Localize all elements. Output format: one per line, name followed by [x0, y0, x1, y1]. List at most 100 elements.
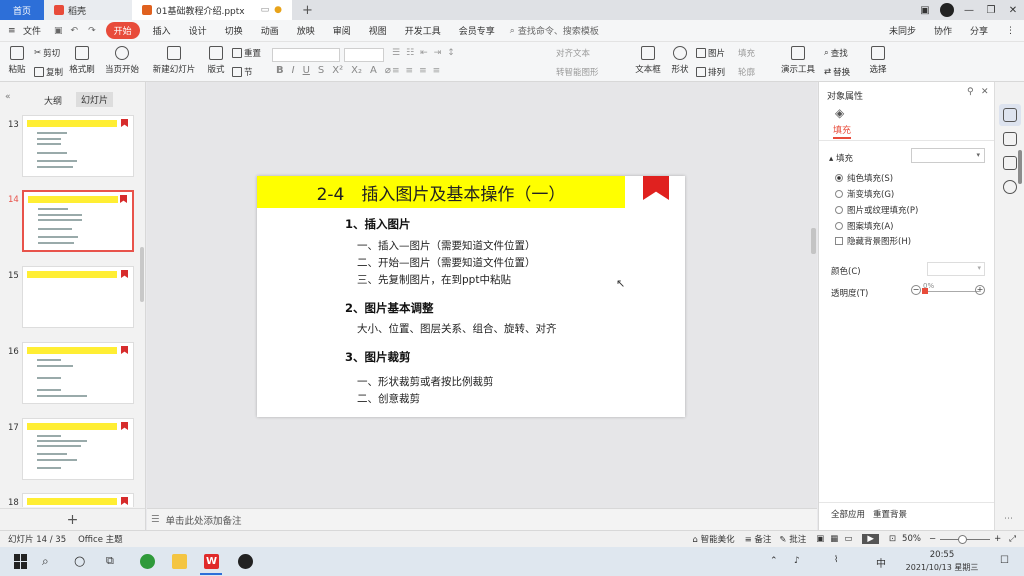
help-icon[interactable]	[1003, 180, 1017, 194]
slide-title[interactable]: 2-4 插入图片及基本操作（一）	[257, 176, 625, 208]
fullscreen-icon[interactable]: ⤢	[1009, 534, 1016, 544]
properties-icon[interactable]	[1003, 108, 1017, 122]
option-gradient-fill[interactable]: 渐变填充(G)	[835, 188, 894, 200]
comments-button[interactable]: ✎ 批注	[779, 533, 806, 545]
slide-line[interactable]: 一、形状裁剪或者按比例裁剪	[357, 374, 494, 389]
network-icon[interactable]: ⌇	[834, 555, 838, 565]
command-search[interactable]: ⌕ 查找命令、搜索模板	[510, 24, 599, 38]
slide-line[interactable]: 三、先复制图片，在到ppt中粘贴	[357, 272, 511, 287]
line-spacing-icon[interactable]: ↕	[447, 48, 455, 58]
option-picture-fill[interactable]: 图片或纹理填充(P)	[835, 204, 918, 216]
close-button[interactable]: ✕	[1002, 0, 1024, 20]
slide-heading[interactable]: 1、插入图片	[345, 216, 411, 232]
outline-button[interactable]: 轮廓	[738, 66, 755, 78]
arrange-button[interactable]: 排列	[696, 66, 725, 78]
tab-home[interactable]: 首页	[0, 0, 44, 20]
smart-beautify-button[interactable]: ⌂ 智能美化	[692, 533, 734, 545]
bold-icon[interactable]: B	[272, 65, 288, 76]
slide-sorter-icon[interactable]: ▦	[830, 534, 838, 544]
cortana-icon[interactable]: ○	[74, 554, 89, 569]
zoom-out-icon[interactable]: −	[929, 534, 936, 544]
menu-developer[interactable]: 开发工具	[396, 24, 450, 37]
tab-slides[interactable]: 幻灯片	[76, 92, 114, 107]
notification-icon[interactable]: ☐	[1000, 555, 1009, 566]
align-right-icon[interactable]: ≡	[419, 66, 427, 76]
fill-bucket-icon[interactable]: ◈	[835, 106, 844, 120]
new-slide-button[interactable]: 新建幻灯片	[152, 46, 196, 75]
star-icon[interactable]	[1003, 156, 1017, 170]
windows-start-icon[interactable]	[14, 554, 29, 569]
italic-icon[interactable]: I	[288, 65, 299, 76]
paste-button[interactable]: 粘贴	[6, 46, 28, 75]
slide-heading[interactable]: 3、图片裁剪	[345, 349, 411, 365]
tab-daoke[interactable]: 稻壳	[44, 0, 132, 20]
option-solid-fill[interactable]: 纯色填充(S)	[835, 172, 893, 184]
zoom-in-icon[interactable]: +	[994, 534, 1001, 544]
menu-insert[interactable]: 插入	[144, 24, 180, 37]
cut-button[interactable]: ✂ 剪切	[34, 47, 60, 59]
tile-icon[interactable]: ▣	[914, 0, 936, 20]
ime-indicator[interactable]: 中	[876, 555, 886, 570]
file-explorer-icon[interactable]	[172, 554, 187, 569]
justify-icon[interactable]: ≡	[433, 66, 441, 76]
font-size-select[interactable]	[344, 48, 384, 62]
subscript-icon[interactable]: X₂	[347, 65, 366, 76]
more-options-icon[interactable]: ⋯	[1004, 514, 1013, 524]
slide-line[interactable]: 二、开始—图片（需要知道文件位置）	[357, 255, 536, 270]
text-box-button[interactable]: 文本框	[634, 46, 662, 75]
align-text-button[interactable]: 对齐文本	[556, 47, 590, 59]
tab-document[interactable]: 01基础教程介绍.pptx ▭ ●	[132, 0, 292, 20]
task-view-icon[interactable]: ⧉	[106, 554, 121, 569]
slide-heading[interactable]: 2、图片基本调整	[345, 300, 434, 316]
pin-icon[interactable]: ⚲	[967, 87, 974, 97]
play-slideshow-button[interactable]: ▶	[862, 534, 879, 544]
slide-thumbnail-16[interactable]	[22, 342, 134, 404]
font-color-icon[interactable]: A	[366, 65, 381, 76]
sync-status[interactable]: 未同步	[880, 24, 925, 37]
select-button[interactable]: 选择	[866, 46, 890, 75]
slide-line[interactable]: 大小、位置、图层关系、组合、旋转、对齐	[357, 321, 557, 336]
slide-thumbnail-15[interactable]	[22, 266, 134, 328]
color-picker[interactable]: ▾	[927, 262, 985, 276]
indent-increase-icon[interactable]: ⇥	[434, 48, 442, 58]
tray-expand-icon[interactable]: ⌃	[770, 556, 778, 566]
strikethrough-icon[interactable]: S	[314, 65, 328, 76]
quick-save-icon[interactable]: ▣	[54, 26, 63, 36]
search-icon[interactable]: ⌕	[42, 554, 57, 569]
presenter-tools-button[interactable]: 演示工具	[780, 46, 816, 75]
clock-date[interactable]: 2021/10/13 星期三	[896, 562, 988, 573]
fill-dropdown[interactable]: ▾	[911, 148, 985, 163]
maximize-button[interactable]: ❐	[980, 0, 1002, 20]
camera-app-icon[interactable]	[238, 554, 253, 569]
clock-time[interactable]: 20:55	[912, 550, 972, 560]
more-icon[interactable]: ⋮	[997, 26, 1024, 36]
browser-icon[interactable]	[140, 554, 155, 569]
menu-animation[interactable]: 动画	[252, 24, 288, 37]
reading-view-icon[interactable]: ▭	[844, 534, 852, 544]
apply-all-button[interactable]: 全部应用	[831, 508, 865, 520]
slide-line[interactable]: 二、创意裁剪	[357, 391, 420, 406]
reset-background-button[interactable]: 重置背景	[873, 508, 907, 520]
layout-button[interactable]: 版式	[204, 46, 228, 75]
copy-button[interactable]: 复制	[34, 66, 63, 78]
fill-button[interactable]: 填充	[738, 47, 755, 59]
menu-home[interactable]: 开始	[105, 22, 140, 39]
section-button[interactable]: 节	[232, 66, 253, 78]
superscript-icon[interactable]: X²	[328, 65, 347, 76]
replace-button[interactable]: ⇄ 替换	[824, 66, 850, 78]
close-panel-icon[interactable]: ✕	[981, 87, 989, 97]
align-left-icon[interactable]: ≡	[392, 66, 400, 76]
underline-icon[interactable]: U	[299, 65, 314, 76]
increase-icon[interactable]: +	[975, 285, 985, 295]
zoom-level[interactable]: 50%	[902, 534, 921, 544]
thumb-scrollbar[interactable]	[140, 247, 144, 302]
slide-line[interactable]: 一、插入—图片（需要知道文件位置）	[357, 238, 536, 253]
menu-review[interactable]: 审阅	[324, 24, 360, 37]
menu-slideshow[interactable]: 放映	[288, 24, 324, 37]
slide-thumbnail-14[interactable]	[22, 190, 134, 252]
smartart-button[interactable]: 转智能图形	[556, 66, 599, 78]
reset-button[interactable]: 重置	[232, 47, 261, 59]
wps-office-icon[interactable]: W	[204, 554, 219, 569]
slide-thumbnail-17[interactable]	[22, 418, 134, 480]
zoom-slider[interactable]	[940, 534, 991, 544]
